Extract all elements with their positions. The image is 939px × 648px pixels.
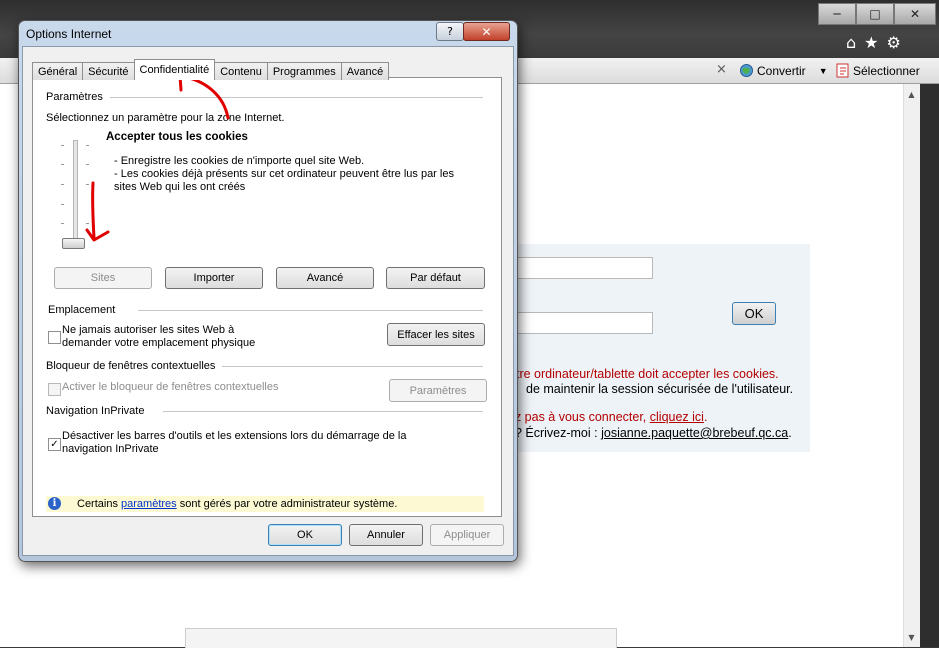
red-annotation-arrows [85,70,230,242]
tab-privacy[interactable]: Confidentialité [133,59,216,80]
